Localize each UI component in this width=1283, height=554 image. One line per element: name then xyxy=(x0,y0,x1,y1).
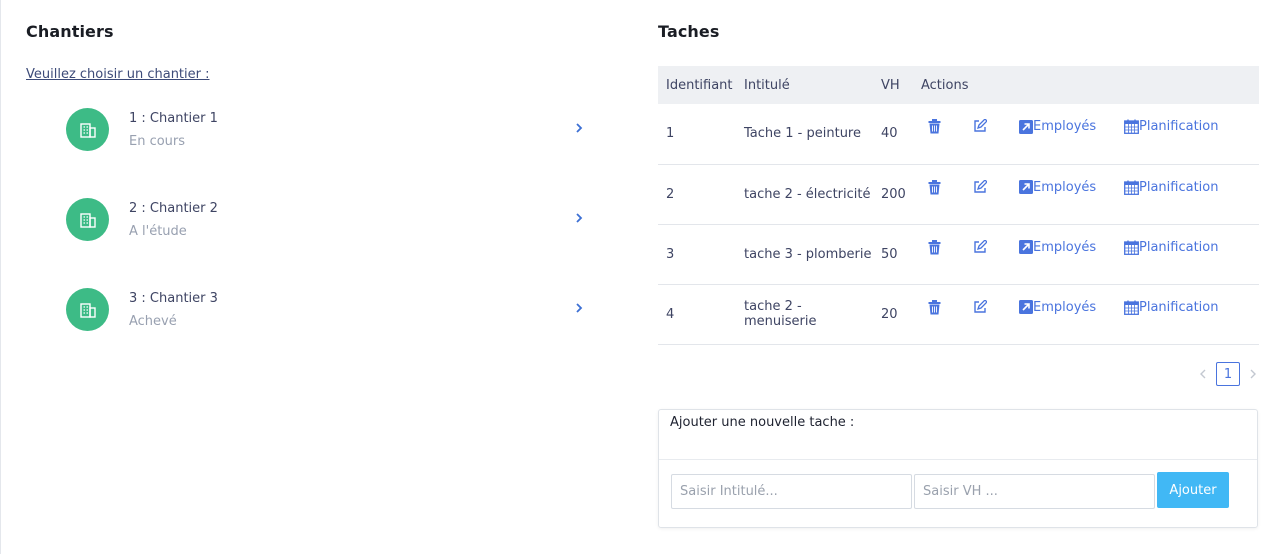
task-actions: Employés Planification xyxy=(913,164,1259,224)
edit-icon[interactable] xyxy=(973,239,987,254)
building-icon xyxy=(66,288,109,331)
chantier-list: 1 : Chantier 1 En cours 2 : Chantier 2 A… xyxy=(26,108,596,378)
employes-button[interactable]: Employés xyxy=(1019,240,1096,255)
chevron-left-icon[interactable] xyxy=(1197,367,1209,381)
ajouter-button[interactable]: Ajouter xyxy=(1157,472,1229,508)
external-link-icon xyxy=(1019,180,1033,194)
planification-button[interactable]: Planification xyxy=(1124,180,1218,195)
planification-button[interactable]: Planification xyxy=(1124,119,1218,134)
task-title: tache 2 - électricité xyxy=(744,186,871,202)
chantier-item-3[interactable]: 3 : Chantier 3 Achevé xyxy=(26,288,596,378)
task-id: 2 xyxy=(666,186,675,202)
calendar-icon xyxy=(1124,180,1139,195)
column-header-vh: VH xyxy=(881,77,900,93)
pagination: 1 xyxy=(1197,362,1259,386)
task-vh: 20 xyxy=(881,306,898,322)
chantier-status: A l'étude xyxy=(129,224,187,239)
choose-chantier-link[interactable]: Veuillez choisir un chantier : xyxy=(26,67,210,82)
trash-icon[interactable] xyxy=(928,179,941,195)
pagination-page-current[interactable]: 1 xyxy=(1216,362,1240,386)
trash-icon[interactable] xyxy=(928,299,941,315)
employes-button[interactable]: Employés xyxy=(1019,180,1096,195)
table-row: 3 tache 3 - plomberie 50 Employés Planif… xyxy=(658,224,1259,284)
add-task-card: Ajouter une nouvelle tache : Ajouter xyxy=(658,409,1258,528)
table-header-row: Identifiant Intitulé VH Actions xyxy=(658,66,1259,104)
planification-label: Planification xyxy=(1139,299,1219,315)
calendar-icon xyxy=(1124,119,1139,134)
intitule-input[interactable] xyxy=(671,474,912,509)
task-title: tache 3 - plomberie xyxy=(744,246,872,262)
chantier-name: 2 : Chantier 2 xyxy=(129,201,218,216)
task-id: 4 xyxy=(666,306,675,322)
chantiers-title: Chantiers xyxy=(26,22,114,41)
task-actions: Employés Planification xyxy=(913,224,1259,284)
task-title: Tache 1 - peinture xyxy=(744,126,861,142)
chevron-right-icon[interactable] xyxy=(573,301,585,315)
calendar-icon xyxy=(1124,240,1139,255)
task-vh: 50 xyxy=(881,246,898,262)
building-icon xyxy=(66,198,109,241)
task-id: 3 xyxy=(666,246,675,262)
edit-icon[interactable] xyxy=(973,299,987,314)
task-vh: 40 xyxy=(881,126,898,142)
add-task-title: Ajouter une nouvelle tache : xyxy=(670,415,855,430)
employes-label: Employés xyxy=(1033,119,1097,134)
calendar-icon xyxy=(1124,300,1139,315)
employes-label: Employés xyxy=(1033,299,1097,315)
column-header-identifiant: Identifiant xyxy=(666,77,733,93)
planification-label: Planification xyxy=(1139,179,1219,195)
chevron-right-icon[interactable] xyxy=(573,211,585,225)
task-vh: 200 xyxy=(881,186,906,202)
edit-icon[interactable] xyxy=(973,179,987,194)
chevron-right-icon[interactable] xyxy=(573,121,585,135)
employes-button[interactable]: Employés xyxy=(1019,300,1096,315)
external-link-icon xyxy=(1019,119,1033,134)
task-id: 1 xyxy=(666,126,675,142)
chantier-item-1[interactable]: 1 : Chantier 1 En cours xyxy=(26,108,596,198)
taches-title: Taches xyxy=(658,22,720,41)
chevron-right-icon[interactable] xyxy=(1247,367,1259,381)
table-row: 4 tache 2 - menuiserie 20 Employés Plani… xyxy=(658,284,1259,344)
chantier-name: 3 : Chantier 3 xyxy=(129,291,218,306)
taches-panel: Taches Identifiant Intitulé VH Actions 1… xyxy=(658,22,1259,528)
chantiers-panel: Chantiers Veuillez choisir un chantier :… xyxy=(26,22,596,378)
chantier-item-2[interactable]: 2 : Chantier 2 A l'étude xyxy=(26,198,596,288)
employes-button[interactable]: Employés xyxy=(1019,119,1096,134)
employes-label: Employés xyxy=(1033,179,1097,195)
external-link-icon xyxy=(1019,300,1033,314)
planification-button[interactable]: Planification xyxy=(1124,240,1218,255)
task-actions: Employés Planification xyxy=(913,104,1259,164)
external-link-icon xyxy=(1019,240,1033,254)
taches-table: Identifiant Intitulé VH Actions 1 Tache … xyxy=(658,66,1259,345)
chantier-name: 1 : Chantier 1 xyxy=(129,111,218,126)
edit-icon[interactable] xyxy=(973,119,987,133)
divider xyxy=(659,459,1257,460)
chantier-status: Achevé xyxy=(129,314,177,329)
column-header-actions: Actions xyxy=(921,77,969,93)
planification-label: Planification xyxy=(1139,119,1219,134)
planification-button[interactable]: Planification xyxy=(1124,300,1218,315)
planification-label: Planification xyxy=(1139,239,1219,255)
table-row: 1 Tache 1 - peinture 40 Employés Planifi… xyxy=(658,104,1259,164)
column-header-intitule: Intitulé xyxy=(744,77,790,93)
employes-label: Employés xyxy=(1033,239,1097,255)
task-actions: Employés Planification xyxy=(913,284,1259,344)
chantier-status: En cours xyxy=(129,134,186,149)
vh-input[interactable] xyxy=(914,474,1155,509)
trash-icon[interactable] xyxy=(928,119,941,134)
task-title: tache 2 - menuiserie xyxy=(744,299,817,329)
building-icon xyxy=(66,108,109,151)
table-row: 2 tache 2 - électricité 200 Employés Pla… xyxy=(658,164,1259,224)
trash-icon[interactable] xyxy=(928,239,941,255)
